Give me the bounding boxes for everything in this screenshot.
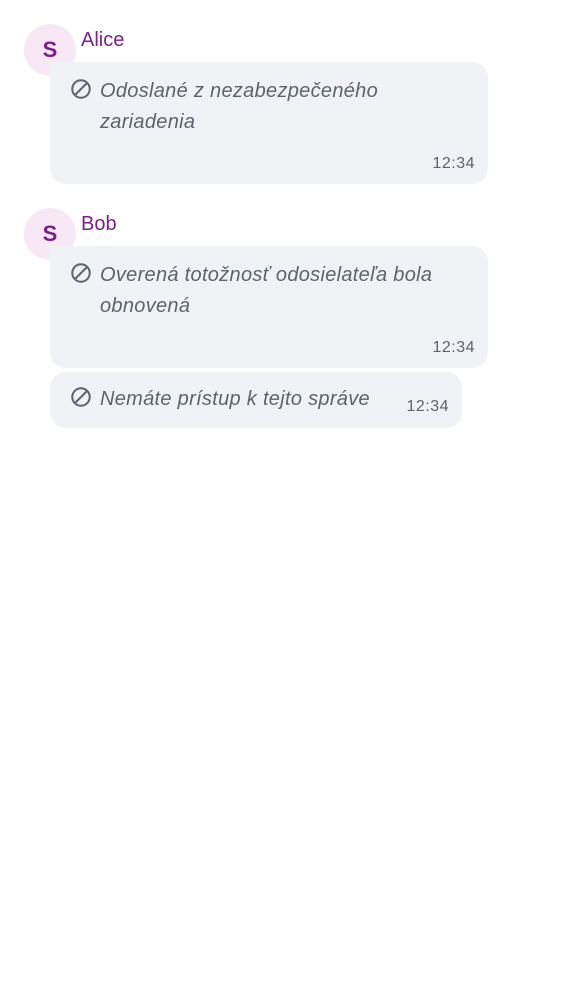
- message-bubble[interactable]: Overená totožnosť odosielateľa bola obno…: [50, 246, 488, 368]
- message-timestamp: 12:34: [432, 155, 475, 172]
- blocked-icon: [71, 263, 91, 283]
- blocked-icon: [71, 387, 91, 407]
- sender-name[interactable]: Alice: [81, 28, 124, 52]
- message-timeline: S Alice Odoslané z nezabezpečeného zaria…: [0, 0, 562, 1000]
- message-text-line: Overená totožnosť odosielateľa bola: [100, 264, 433, 286]
- message-timestamp: 12:34: [406, 398, 449, 415]
- avatar-letter: S: [42, 221, 58, 246]
- sender-name[interactable]: Bob: [81, 212, 117, 236]
- message-text-line: obnovená: [100, 295, 191, 317]
- message-text: Overená totožnosť odosielateľa bola obno…: [100, 260, 432, 322]
- avatar-letter: S: [42, 37, 58, 62]
- message-bubble[interactable]: Odoslané z nezabezpečeného zariadenia 12…: [50, 62, 488, 184]
- message-text-line: zariadenia: [100, 111, 196, 133]
- message-timestamp: 12:34: [432, 339, 475, 356]
- message-text: Nemáte prístup k tejto správe: [100, 384, 370, 415]
- message-bubble[interactable]: Nemáte prístup k tejto správe 12:34: [50, 372, 462, 428]
- message-text-line: Nemáte prístup k tejto správe: [100, 388, 370, 410]
- blocked-icon: [71, 79, 91, 99]
- message-text: Odoslané z nezabezpečeného zariadenia: [100, 76, 378, 138]
- message-text-line: Odoslané z nezabezpečeného: [100, 80, 379, 102]
